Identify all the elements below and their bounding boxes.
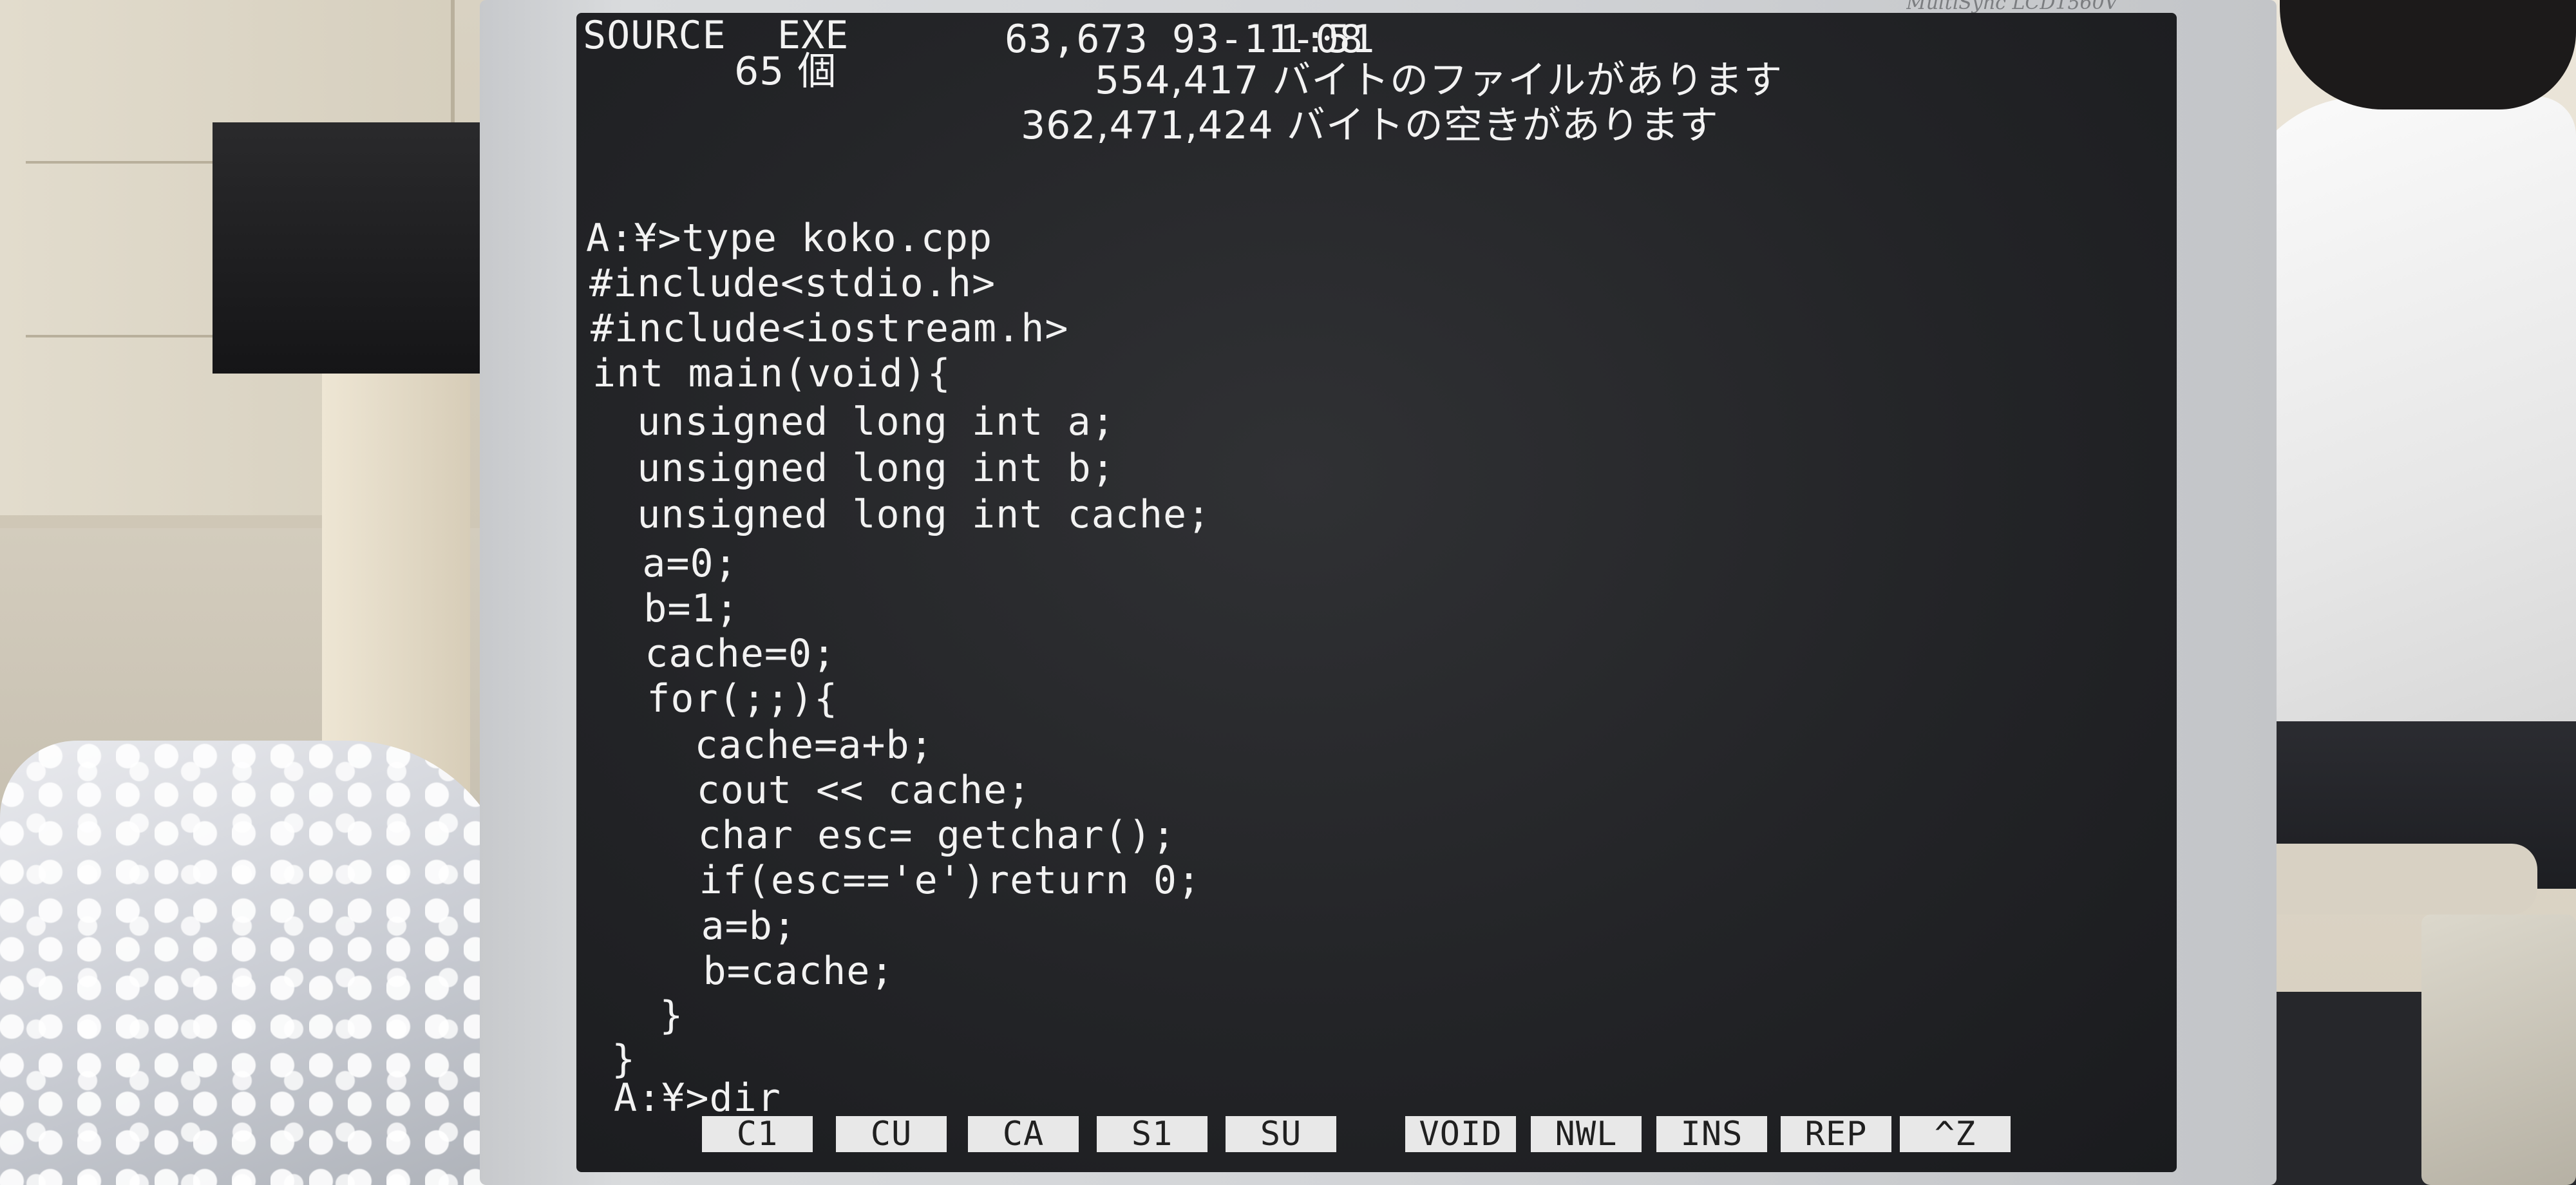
code-line: char esc= getchar(); [602,813,1176,858]
black-countertop [213,122,496,374]
fkey-rep[interactable]: REP [1781,1116,1891,1152]
bubble-wrap [0,741,515,1185]
code-line: cout << cache; [601,768,1032,813]
header-time: 1:51 [1280,17,1376,62]
fkey-cu[interactable]: CU [836,1116,947,1152]
fkey-ca[interactable]: CA [968,1116,1079,1152]
code-line: #include<iostream.h> [591,306,1069,351]
fkey-ctrl-z[interactable]: ^Z [1900,1116,2011,1152]
fkey-s1[interactable]: S1 [1097,1116,1208,1152]
code-line: #include<stdio.h> [589,261,996,306]
fkey-c1[interactable]: C1 [702,1116,813,1152]
code-line: if(esc=='e')return 0; [603,858,1202,903]
file-count: 65 個 [734,49,837,94]
code-line: for(;;){ [599,676,838,721]
background-room-left [0,0,515,1185]
desk-device [2421,915,2576,1185]
fkey-ins[interactable]: INS [1656,1116,1767,1152]
code-line: unsigned long int b; [589,446,1115,491]
code-line: a=b; [605,904,797,949]
code-line: } [612,993,684,1038]
prompt-type-command: A:¥>type koko.cpp [586,216,993,261]
fkey-void[interactable]: VOID [1405,1116,1516,1152]
header-source-label: SOURCE [583,13,726,58]
code-line: unsigned long int a; [589,399,1115,444]
free-bytes-message: 362,471,424 バイトの空きがあります [1021,103,1719,148]
code-line: b=cache; [607,949,895,994]
code-line: unsigned long int cache; [589,492,1211,537]
code-line: cache=0; [597,631,837,676]
terminal-screen[interactable]: SOURCE EXE 63,673 93-11-08 1:51 65 個 554… [576,13,2177,1172]
code-line: int main(void){ [592,351,951,396]
person-shirt [2235,97,2576,792]
files-bytes-message: 554,417 バイトのファイルがあります [1095,58,1783,103]
code-line: cache=a+b; [599,723,934,768]
code-line: a=0; [594,541,738,586]
prompt-dir-command[interactable]: A:¥>dir [614,1076,781,1121]
fkey-nwl[interactable]: NWL [1531,1116,1642,1152]
fkey-su[interactable]: SU [1226,1116,1336,1152]
code-line: b=1; [596,586,739,631]
